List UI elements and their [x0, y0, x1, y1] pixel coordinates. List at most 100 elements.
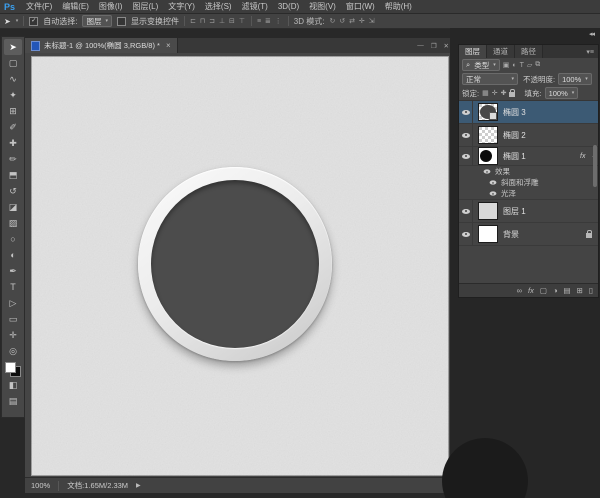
layer-visibility-toggle[interactable] [459, 124, 473, 146]
healing-brush-tool[interactable]: ✚ [4, 135, 22, 151]
auto-select-checkbox[interactable]: ✓ [29, 17, 38, 26]
eraser-tool[interactable]: ◪ [4, 199, 22, 215]
document-tab[interactable]: 未标题-1 @ 100%(椭圆 3,RGB/8) * × [25, 38, 178, 53]
delete-layer-icon[interactable]: ▯ [589, 286, 593, 295]
new-layer-icon[interactable]: ⊞ [577, 286, 583, 295]
menu-edit[interactable]: 编辑(E) [57, 1, 94, 12]
window-close-icon[interactable]: ✕ [444, 42, 449, 50]
brush-tool[interactable]: ✏ [4, 151, 22, 167]
eye-icon[interactable] [490, 180, 497, 184]
layer-thumbnail[interactable] [478, 103, 498, 121]
window-restore-icon[interactable]: ❐ [431, 42, 437, 50]
layer-row-ellipse3[interactable]: 椭圆 3 [459, 101, 598, 124]
menu-type[interactable]: 文字(Y) [163, 1, 200, 12]
layer-row-background[interactable]: 背景 [459, 223, 598, 246]
layer-name[interactable]: 椭圆 3 [503, 107, 526, 118]
zoom-tool[interactable]: ◎ [4, 343, 22, 359]
dodge-tool[interactable]: ◐ [4, 247, 22, 263]
link-layers-icon[interactable]: ∞ [517, 286, 522, 295]
move-tool[interactable]: ➤ [4, 39, 22, 55]
layer-name[interactable]: 图层 1 [503, 206, 526, 217]
layer-visibility-toggle[interactable] [459, 200, 473, 222]
menu-3d[interactable]: 3D(D) [273, 2, 304, 11]
eye-icon[interactable] [490, 191, 497, 195]
marquee-tool[interactable]: ▢ [4, 55, 22, 71]
current-tool-icon[interactable]: ➤ [4, 17, 11, 26]
new-group-icon[interactable]: ▤ [563, 286, 570, 295]
menu-image[interactable]: 图像(I) [94, 1, 128, 12]
collapse-panels-icon[interactable]: ◂◂ [589, 30, 594, 38]
layer-name[interactable]: 椭圆 2 [503, 130, 526, 141]
lock-position-icon[interactable]: ✛ [492, 89, 498, 97]
distribute-icons-group[interactable]: ≡ ≣ ⋮ [257, 17, 283, 25]
layer-visibility-toggle[interactable] [459, 147, 473, 165]
tab-paths[interactable]: 路径 [515, 45, 543, 58]
layer-row-ellipse2[interactable]: 椭圆 2 [459, 124, 598, 147]
eye-icon[interactable] [484, 169, 491, 173]
layer-thumbnail[interactable] [478, 126, 498, 144]
add-mask-icon[interactable]: ▢ [540, 286, 547, 295]
effect-row-satin[interactable]: 光泽 [459, 188, 598, 200]
menu-view[interactable]: 视图(V) [304, 1, 341, 12]
quick-mask-toggle[interactable]: ◧ [4, 377, 22, 393]
filter-smart-objects-icon[interactable]: ⧉ [535, 61, 540, 69]
tab-channels[interactable]: 通道 [487, 45, 515, 58]
filter-adjustment-layers-icon[interactable]: ◐ [512, 62, 516, 69]
screen-mode-toggle[interactable]: ▤ [4, 393, 22, 409]
tool-preset-arrow-icon[interactable]: ▾ [16, 18, 19, 24]
3d-mode-icons-group[interactable]: ↻ ↺ ⇄ ✛ ⇲ [329, 17, 375, 25]
canvas[interactable] [31, 56, 449, 476]
layer-row-ellipse1[interactable]: 椭圆 1 fx ▴ [459, 147, 598, 166]
opacity-dropdown[interactable]: 100% ▾ [558, 73, 592, 85]
menu-help[interactable]: 帮助(H) [380, 1, 417, 12]
layer-style-icon[interactable]: fx [528, 286, 534, 295]
shape-tool[interactable]: ▭ [4, 311, 22, 327]
path-select-tool[interactable]: ▷ [4, 295, 22, 311]
filter-type-layers-icon[interactable]: T [520, 62, 524, 69]
layer-thumbnail[interactable] [478, 225, 498, 243]
effect-row-bevel[interactable]: 斜面和浮雕 [459, 177, 598, 188]
circle-inner-shape[interactable] [151, 180, 319, 348]
panel-menu-icon[interactable]: ▾≡ [586, 45, 598, 58]
layer-visibility-toggle[interactable] [459, 223, 473, 245]
lock-all-icon[interactable] [509, 92, 515, 97]
eyedropper-tool[interactable]: ✐ [4, 119, 22, 135]
blend-mode-dropdown[interactable]: 正常 ▾ [462, 73, 518, 85]
menu-select[interactable]: 选择(S) [200, 1, 237, 12]
layer-name[interactable]: 椭圆 1 [503, 151, 526, 162]
lasso-tool[interactable]: ∿ [4, 71, 22, 87]
layer-name[interactable]: 背景 [503, 229, 519, 240]
lock-transparency-icon[interactable]: ▦ [482, 89, 489, 97]
clone-stamp-tool[interactable]: ⬒ [4, 167, 22, 183]
menu-window[interactable]: 窗口(W) [341, 1, 380, 12]
menu-file[interactable]: 文件(F) [21, 1, 57, 12]
effects-header-row[interactable]: 效果 [459, 166, 598, 177]
gradient-tool[interactable]: ▨ [4, 215, 22, 231]
circle-ring-shape[interactable] [138, 167, 332, 361]
filter-pixel-layers-icon[interactable]: ▣ [503, 61, 510, 69]
filter-shape-layers-icon[interactable]: ▱ [527, 61, 532, 69]
auto-select-dropdown[interactable]: 图层 ▾ [82, 15, 112, 27]
layer-style-fx-badge[interactable]: fx [580, 153, 585, 160]
tab-layers[interactable]: 图层 [459, 45, 487, 58]
color-swatches[interactable] [5, 362, 21, 377]
type-tool[interactable]: T [4, 279, 22, 295]
adjustment-layer-icon[interactable]: ◑ [553, 286, 558, 295]
layer-row-layer1[interactable]: 图层 1 [459, 200, 598, 223]
zoom-level-field[interactable]: 100% [31, 481, 50, 490]
panel-scrollbar[interactable] [593, 145, 597, 187]
tab-close-icon[interactable]: × [164, 41, 171, 50]
show-transform-checkbox[interactable] [117, 17, 126, 26]
history-brush-tool[interactable]: ↺ [4, 183, 22, 199]
hand-tool[interactable]: ✛ [4, 327, 22, 343]
lock-pixels-icon[interactable]: ✚ [501, 89, 507, 97]
align-icons-group[interactable]: ⊏ ⊓ ⊐ ⊥ ⊟ ⊤ [190, 17, 246, 25]
filter-type-dropdown[interactable]: ⌕ 类型 ▾ [462, 59, 500, 71]
layer-thumbnail[interactable] [478, 147, 498, 165]
menu-filter[interactable]: 滤镜(T) [237, 1, 273, 12]
blur-tool[interactable]: ○ [4, 231, 22, 247]
status-options-arrow-icon[interactable]: ▶ [136, 482, 141, 489]
quick-selection-tool[interactable]: ✦ [4, 87, 22, 103]
layer-visibility-toggle[interactable] [459, 101, 473, 123]
menu-layer[interactable]: 图层(L) [127, 1, 163, 12]
